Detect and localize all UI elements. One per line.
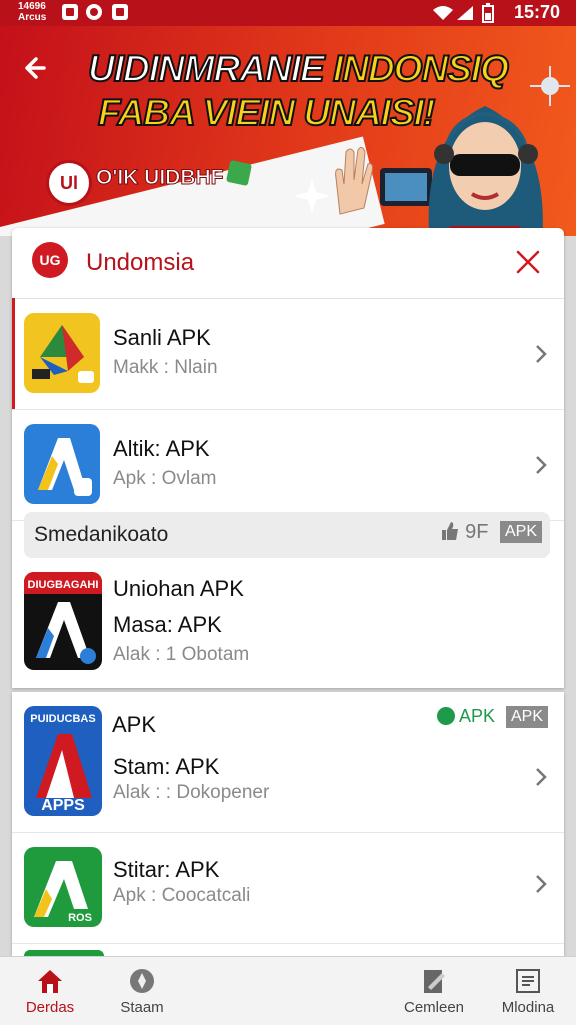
menu-list-icon [516,969,540,993]
app-row-altik[interactable]: Altik: APK Apk : Ovlam [12,410,564,521]
chevron-right-icon [536,456,547,474]
section-header[interactable]: Smedanikoato 9F APK [24,512,550,558]
status-line-2: Arcus [18,12,47,23]
app-name: Stitar: APK [113,857,220,882]
app-name: Sanli APK [113,325,211,350]
battery-icon [482,3,494,23]
status-line-1: 14696 [18,1,46,12]
banner-logo: Ul [46,160,92,206]
nav-label: Derdas [25,999,75,1016]
nav-label: Staam [120,999,164,1016]
app-subtitle: Apk : Ovlam [113,468,217,489]
apps-sheet: UG Undomsia Sanli APK Makk : Nlain Altik… [12,228,564,688]
app-subtitle: Makk : Nlain [113,357,218,378]
banner-title-white: UIDINMRANIE [87,47,326,90]
status-time: 15:70 [513,2,560,22]
app-name: Stam: APK [113,754,220,779]
character-illustration [428,106,543,236]
app-row-stam[interactable]: PUIDUCBAS APPS Stam: APK Alak : : Dokopen… [12,692,564,833]
nav-menu[interactable]: Mlodina [478,957,576,1025]
region-logo: UG [32,242,68,278]
home-icon [38,970,62,993]
app-icon-text-bottom: ROS [68,912,92,924]
promo-banner[interactable]: UIDINMRANIE INDONSIQ FABA VIEIN UNAISI! … [0,26,576,236]
apps-list-2: APK APK APK PUIDUCBAS APPS Stam: APK Alak… [12,692,564,956]
chevron-right-icon [536,768,547,786]
app-name-secondary: Masa: APK [113,612,222,637]
app-subtitle: Alak : : Dokopener [113,782,270,803]
nav-explore[interactable]: Staam [92,957,192,1025]
app-icon-text-top: PUIDUCBAS [30,713,95,725]
chevron-right-icon [536,345,547,363]
app-icon-sanli [24,313,100,393]
close-icon[interactable] [514,248,542,276]
nav-home[interactable]: Derdas [0,957,100,1025]
gem-icon [225,159,253,187]
app-subtitle: Apk : Coocatcali [113,885,251,906]
sparkle-icon [294,178,330,214]
app-name: Altik: APK [113,436,210,461]
compass-icon [130,969,154,993]
signal-icon [457,6,473,20]
status-left-text: 14696 Arcus [18,1,58,23]
message-notification-icon [112,4,128,20]
notification-icon [62,4,78,20]
app-icon-altik [24,424,100,504]
app-subtitle: Alak : 1 Obotam [113,644,250,665]
section-meta-text: 9F [465,521,489,543]
app-icon-stitar: ROS [24,847,102,927]
banner-brand: O'IK UIDBHF [96,166,224,190]
sheet-title: Undomsia [86,249,195,276]
app-row-stitar[interactable]: ROS Stitar: APK Apk : Coocatcali [12,833,564,944]
nav-label: Mlodina [501,999,555,1016]
app-icon-uniohan: DIUGBAGAHI [24,572,102,670]
sheet-header: UG Undomsia [12,228,564,299]
wifi-icon [433,6,453,20]
hand-icon [335,146,373,215]
document-edit-icon [424,970,445,993]
apk-badge: APK [499,521,542,543]
app-icon-text: DIUGBAGAHI [28,579,99,591]
thumbs-up-icon [441,522,458,540]
section-meta: 9F APK [440,521,542,544]
app-name: Uniohan APK [113,576,244,601]
chevron-right-icon [536,875,547,893]
app-icon-text-bottom: APPS [41,797,85,814]
back-arrow-icon[interactable] [22,52,54,84]
camera-notification-icon [86,4,102,20]
bottom-navigation: Derdas Staam Cemleen Mlodina [0,956,576,1025]
app-icon-stam: PUIDUCBAS APPS [24,706,102,816]
section-label: Smedanikoato [34,523,169,546]
banner-title-line-2: FABA VIEIN UNAISI! [97,91,436,134]
app-row-sanli[interactable]: Sanli APK Makk : Nlain [12,299,564,410]
status-bar: 14696 Arcus 15:70 [0,0,576,26]
app-row-uniohan[interactable]: DIUGBAGAHI Uniohan APK Masa: APK Alak : … [12,564,564,688]
nav-label: Cemleen [403,999,465,1016]
nav-updates[interactable]: Cemleen [384,957,484,1025]
